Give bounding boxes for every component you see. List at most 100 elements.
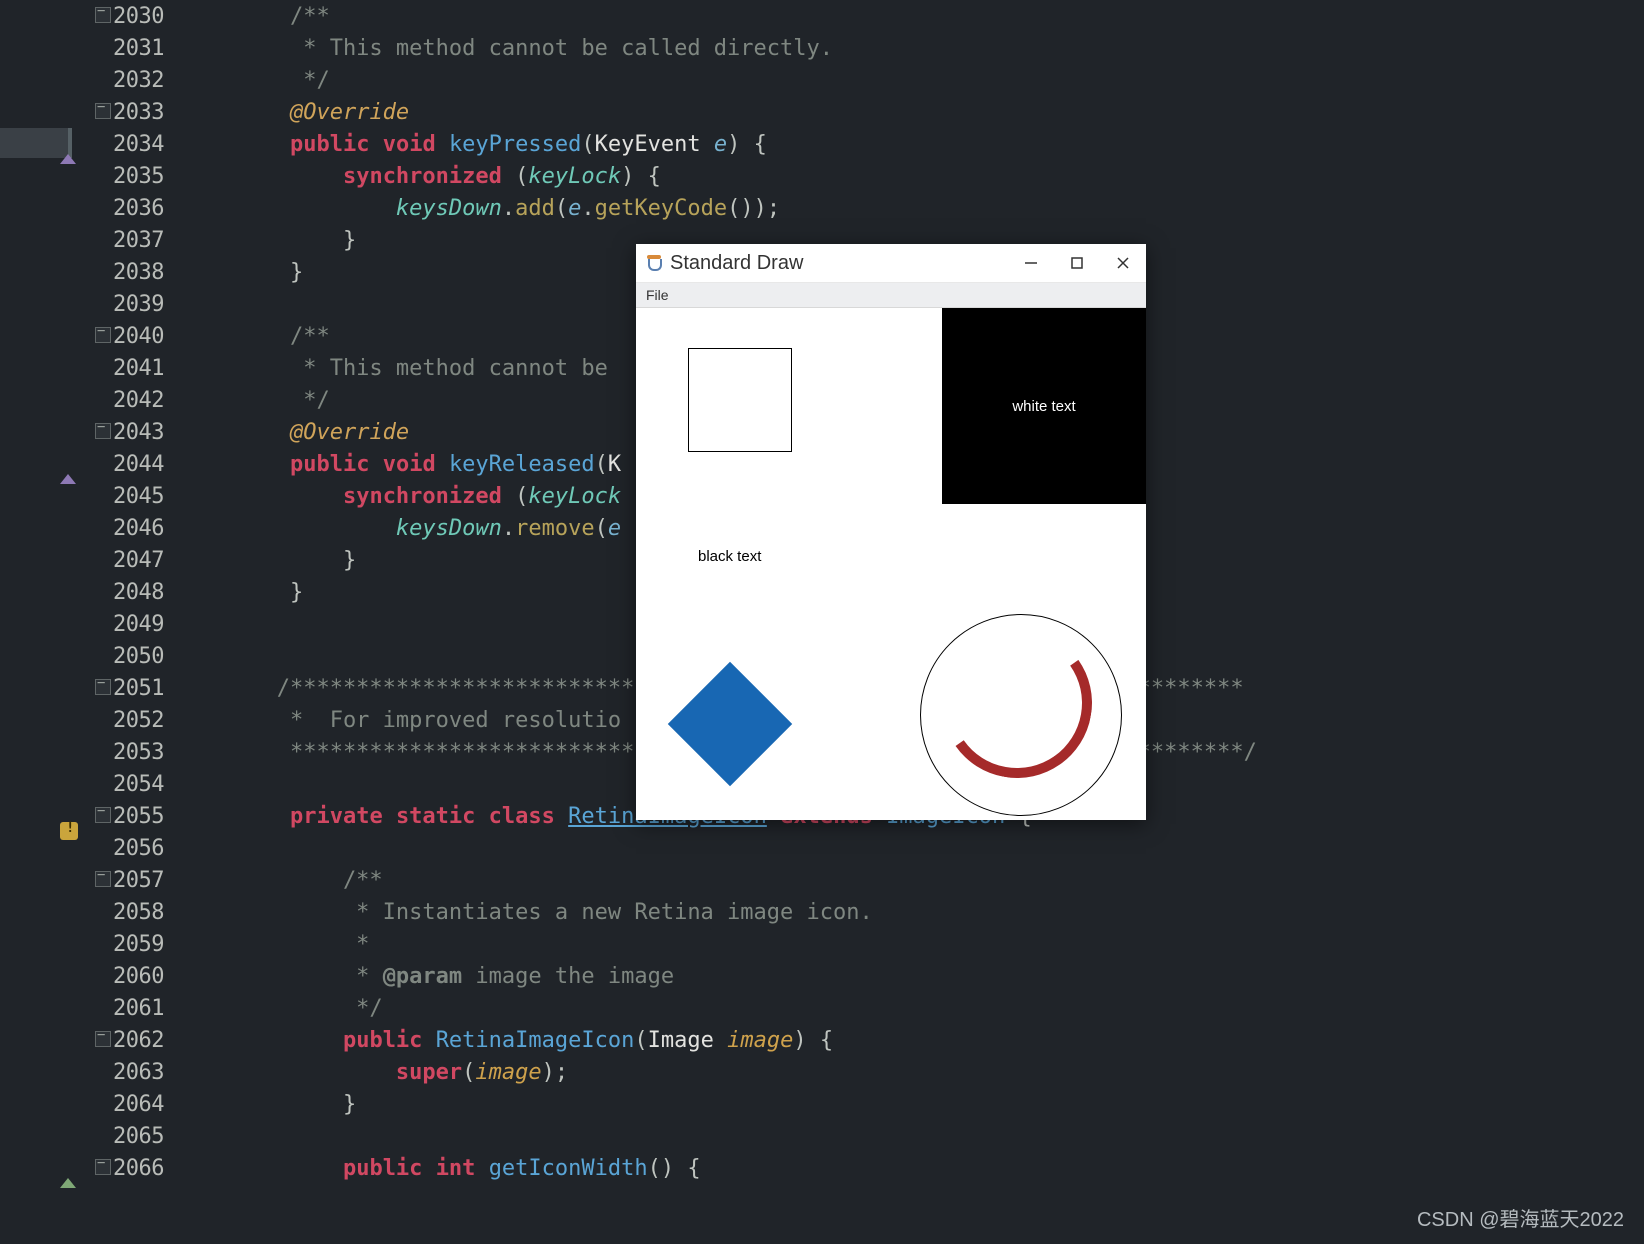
java-icon	[644, 253, 664, 273]
line-number: 2056	[80, 836, 184, 861]
line-number: 2060	[80, 964, 184, 989]
code-line[interactable]: 2036 keysDown.add(e.getKeyCode());	[0, 192, 1644, 224]
watermark: CSDN @碧海蓝天2022	[1417, 1203, 1624, 1232]
code-text[interactable]: synchronized (keyLock) {	[184, 164, 1644, 189]
line-number: 2043	[80, 420, 184, 445]
code-line[interactable]: 2035 synchronized (keyLock) {	[0, 160, 1644, 192]
code-line[interactable]: 2058 * Instantiates a new Retina image i…	[0, 896, 1644, 928]
line-number: 2050	[80, 644, 184, 669]
line-number: 2039	[80, 292, 184, 317]
code-text[interactable]: keysDown.add(e.getKeyCode());	[184, 196, 1644, 221]
line-number: 2052	[80, 708, 184, 733]
code-line[interactable]: 2056	[0, 832, 1644, 864]
fold-toggle-icon[interactable]: 2033	[113, 100, 164, 125]
line-number: 2049	[80, 612, 184, 637]
line-number: 2047	[80, 548, 184, 573]
line-number: 2032	[80, 68, 184, 93]
window-titlebar[interactable]: Standard Draw	[636, 244, 1146, 283]
code-text[interactable]: /**	[184, 4, 1644, 29]
line-number: 2031	[80, 36, 184, 61]
line-number: 2059	[80, 932, 184, 957]
minimize-button[interactable]	[1008, 244, 1054, 282]
line-number: 2062	[80, 1028, 184, 1053]
line-number: 2042	[80, 388, 184, 413]
code-text[interactable]: */	[184, 996, 1644, 1021]
line-number: 2048	[80, 580, 184, 605]
line-number: 2040	[80, 324, 184, 349]
line-number: 2038	[80, 260, 184, 285]
override-marker-icon[interactable]	[60, 154, 76, 164]
line-number: 2051	[80, 676, 184, 701]
code-text[interactable]: public int getIconWidth() {	[184, 1156, 1644, 1181]
code-text[interactable]: */	[184, 68, 1644, 93]
line-number: 2041	[80, 356, 184, 381]
code-line[interactable]: 2065	[0, 1120, 1644, 1152]
warning-icon[interactable]	[60, 822, 78, 840]
code-line[interactable]: 2034 public void keyPressed(KeyEvent e) …	[0, 128, 1644, 160]
line-number: 2037	[80, 228, 184, 253]
code-text[interactable]: * @param image the image	[184, 964, 1644, 989]
fold-toggle-icon[interactable]: 2057	[113, 868, 164, 893]
maximize-button[interactable]	[1054, 244, 1100, 282]
code-line[interactable]: 2033 @Override	[0, 96, 1644, 128]
code-line[interactable]: 2063 super(image);	[0, 1056, 1644, 1088]
code-line[interactable]: 2030 /**	[0, 0, 1644, 32]
black-text-label: black text	[698, 548, 761, 565]
white-text-label: white text	[1012, 398, 1075, 415]
line-number: 2034	[80, 132, 184, 157]
line-number: 2045	[80, 484, 184, 509]
fold-toggle-icon[interactable]: 2066	[113, 1156, 164, 1181]
fold-toggle-icon[interactable]: 2030	[113, 4, 164, 29]
outline-square	[688, 348, 792, 452]
code-line[interactable]: 2032 */	[0, 64, 1644, 96]
line-number: 2064	[80, 1092, 184, 1117]
window-title: Standard Draw	[670, 252, 1008, 275]
menu-bar: File	[636, 283, 1146, 308]
code-text[interactable]: @Override	[184, 100, 1644, 125]
line-number: 2030	[80, 4, 184, 29]
override-marker-icon[interactable]	[60, 474, 76, 484]
code-line[interactable]: 2060 * @param image the image	[0, 960, 1644, 992]
fold-toggle-icon[interactable]: 2062	[113, 1028, 164, 1053]
blue-diamond	[668, 662, 792, 786]
code-line[interactable]: 2064 }	[0, 1088, 1644, 1120]
code-text[interactable]: /**	[184, 868, 1644, 893]
line-number: 2046	[80, 516, 184, 541]
fold-toggle-icon[interactable]: 2051	[113, 676, 164, 701]
code-text[interactable]: super(image);	[184, 1060, 1644, 1085]
line-number: 2055	[80, 804, 184, 829]
code-line[interactable]: 2057 /**	[0, 864, 1644, 896]
standard-draw-window: Standard Draw File white text black text	[636, 244, 1146, 820]
code-line[interactable]: 2059 *	[0, 928, 1644, 960]
line-number: 2054	[80, 772, 184, 797]
fold-toggle-icon[interactable]: 2055	[113, 804, 164, 829]
line-number: 2061	[80, 996, 184, 1021]
code-text[interactable]: public RetinaImageIcon(Image image) {	[184, 1028, 1644, 1053]
code-text[interactable]: * Instantiates a new Retina image icon.	[184, 900, 1644, 925]
fold-toggle-icon[interactable]: 2040	[113, 324, 164, 349]
line-number: 2065	[80, 1124, 184, 1149]
line-number: 2053	[80, 740, 184, 765]
code-line[interactable]: 2031 * This method cannot be called dire…	[0, 32, 1644, 64]
code-line[interactable]: 2066 public int getIconWidth() {	[0, 1152, 1644, 1184]
line-number: 2035	[80, 164, 184, 189]
menu-file[interactable]: File	[636, 287, 679, 303]
line-number: 2036	[80, 196, 184, 221]
code-line[interactable]: 2062 public RetinaImageIcon(Image image)…	[0, 1024, 1644, 1056]
code-text[interactable]: * This method cannot be called directly.	[184, 36, 1644, 61]
line-number: 2033	[80, 100, 184, 125]
drawing-canvas: white text black text	[636, 308, 1146, 820]
code-text[interactable]: *	[184, 932, 1644, 957]
line-number: 2063	[80, 1060, 184, 1085]
line-number: 2044	[80, 452, 184, 477]
line-number: 2058	[80, 900, 184, 925]
code-text[interactable]: public void keyPressed(KeyEvent e) {	[184, 132, 1644, 157]
fold-toggle-icon[interactable]: 2043	[113, 420, 164, 445]
black-square: white text	[942, 308, 1146, 504]
override-marker-icon[interactable]	[60, 1178, 76, 1188]
code-text[interactable]: }	[184, 1092, 1644, 1117]
line-number: 2057	[80, 868, 184, 893]
line-number: 2066	[80, 1156, 184, 1181]
close-button[interactable]	[1100, 244, 1146, 282]
code-line[interactable]: 2061 */	[0, 992, 1644, 1024]
